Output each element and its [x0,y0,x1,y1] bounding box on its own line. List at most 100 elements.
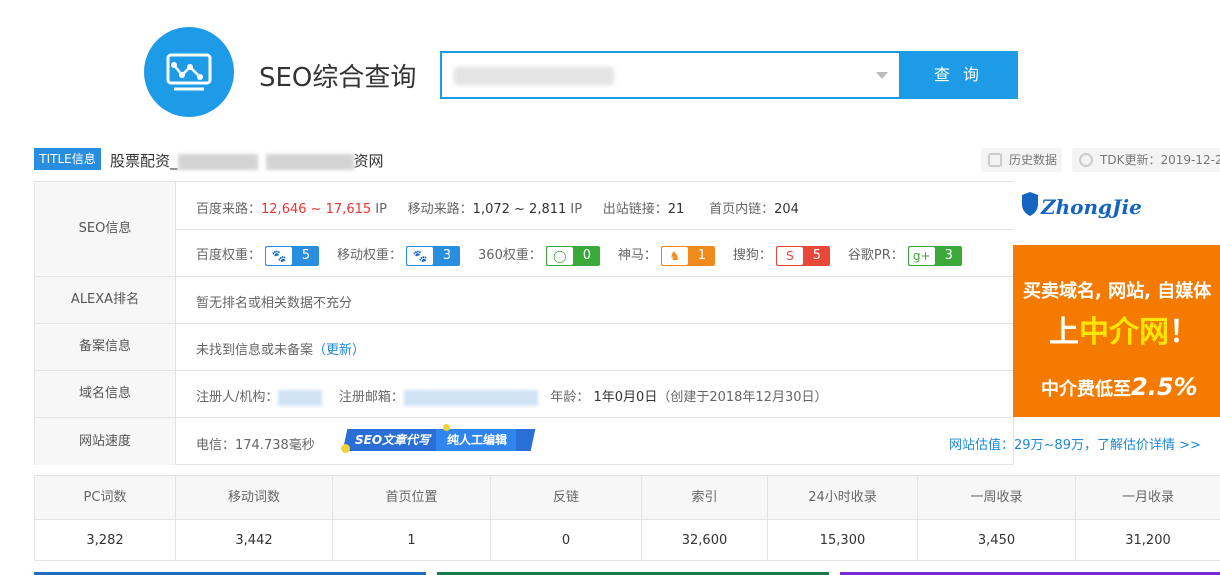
mobile-traffic-value: 1,072 ~ 2,811 [472,202,567,217]
ad-line2: 上中介网！ [1049,307,1199,351]
valuation-link[interactable]: 网站估值：29万~89万，了解估价详情 >> [949,434,1201,453]
paw-icon: 🐾 [266,246,293,265]
weight-label: 移动权重： [337,248,403,263]
mobile-traffic-unit: IP [570,202,583,217]
age-value: 1年0月0日 [593,390,658,405]
paw-icon: 🐾 [407,246,434,265]
baidu-traffic-value: 12,646 ~ 17,615 [261,202,372,217]
registrant-label: 注册人/机构： [196,390,279,405]
seo-info-label: SEO信息 [35,182,176,276]
masked-query [454,67,614,85]
baidu-traffic-label: 百度来路： [196,202,262,217]
ad-line2-c: ！ [1169,315,1199,350]
seo-logo-icon [144,27,234,117]
ad-line3: 中介费低至2.5% [1041,373,1198,401]
domain-row: 注册人/机构： 注册邮箱： 年龄： 1年0月0日（创建于2018年12月30日） [196,386,828,406]
stats-header: 首页位置 [333,476,491,519]
inlinks-value: 204 [774,202,799,217]
tdk-update-button[interactable]: TDK更新：2019-12-25 [1072,148,1220,172]
weight-value: 5 [301,247,311,263]
email-label: 注册邮箱： [338,390,404,405]
weight-value: 0 [582,247,591,263]
ad-brand: ZhongJie [1041,195,1142,219]
refresh-icon [1079,153,1093,167]
weight-badge[interactable]: 🐾 3 [406,245,461,266]
zhongjie-ad[interactable]: ZhongJie 买卖域名, 网站, 自媒体 上中介网！ 中介费低至2.5% [1013,181,1220,417]
dropdown-caret-icon[interactable] [876,72,888,79]
banner-text-a: SEO文章代写 [355,433,431,447]
weight-label: 搜狗： [732,248,772,263]
weight-value: 1 [697,247,707,263]
outlinks-value: 21 [667,202,685,217]
stats-header: 一月收录 [1076,476,1220,519]
seo-writing-banner[interactable]: SEO文章代写 纯人工编辑 [342,429,536,451]
weight-value: 3 [944,247,953,263]
masked-text [177,153,258,170]
weight-label: 百度权重： [196,248,262,263]
site-title-prefix: 股票配资_ [110,152,178,170]
banner-dot-icon [443,424,450,431]
masked-text [265,153,354,170]
ad-line2-a: 上 [1049,315,1079,350]
ad-logo-area: ZhongJie [1013,181,1220,245]
ad-line3-a: 中介费低至 [1041,379,1131,400]
seo-info-table: SEO信息 百度来路：12,646 ~ 17,615 IP 移动来路：1,072… [34,181,1015,465]
weight-value: 3 [442,247,452,263]
weight-label: 360权重： [478,248,542,263]
query-button[interactable]: 查 询 [899,51,1018,99]
stats-value: 15,300 [768,519,918,561]
ad-line2-b: 中介网 [1079,315,1169,350]
alexa-label: ALEXA排名 [35,277,176,323]
icp-label: 备案信息 [35,324,176,370]
banner-dot-icon [341,444,350,453]
shield-icon [1022,192,1038,216]
stats-header: 24小时收录 [768,476,918,519]
stats-value: 3,282 [35,519,176,561]
history-data-button[interactable]: 历史数据 [981,148,1062,172]
shenma-icon: ♞ [661,246,688,265]
page-title: SEO综合查询 [259,63,417,93]
site-title: 股票配资_ 资网 [110,150,384,171]
speed-value: 电信：174.738毫秒 [196,438,315,453]
history-label: 历史数据 [1009,153,1058,167]
icp-value: 未找到信息或未备案 [196,343,314,358]
inlinks-label: 首页内链： [709,202,775,217]
stats-value: 31,200 [1076,519,1220,561]
weights-row: 百度权重： 🐾 5 移动权重： 🐾 3 360权重： ◯ 0 神马： ♞ 1 搜狗： S 5 谷歌PR： g+ 3 [196,244,980,266]
age-label: 年龄： [550,390,590,405]
masked-email [403,389,538,406]
stats-value: 0 [491,519,642,561]
masked-registrant [278,389,323,406]
stack-icon [988,153,1002,167]
weight-label: 神马： [617,248,657,263]
ad-line1: 买卖域名, 网站, 自媒体 [1023,281,1212,302]
speed-label: 网站速度 [35,418,176,465]
weight-badge[interactable]: S5 [775,245,830,266]
stats-value: 3,450 [918,519,1076,561]
weight-badge[interactable]: ♞ 1 [660,245,715,266]
search-input[interactable] [440,51,900,99]
weight-badge[interactable]: g+ 3 [907,245,962,266]
stats-value: 3,442 [176,519,333,561]
weight-badge[interactable]: 🐾 5 [265,245,320,266]
weight-badge[interactable]: ◯ 0 [545,245,600,266]
site-title-suffix: 资网 [353,152,384,170]
domain-label: 域名信息 [35,371,176,417]
weight-value: 5 [812,247,822,263]
icp-row: 未找到信息或未备案（更新） [196,339,365,358]
baidu-traffic-unit: IP [375,202,387,217]
sogou-icon: S [776,246,803,265]
google-plus-icon: g+ [908,246,935,265]
weight-label: 谷歌PR： [847,248,904,263]
icp-update-link[interactable]: （更新） [313,343,365,358]
tdk-label: TDK更新：2019-12-25 [1100,153,1220,167]
stats-value: 1 [333,519,491,561]
banner-text-b: 纯人工编辑 [444,433,508,447]
outlinks-label: 出站链接： [602,202,668,217]
traffic-row: 百度来路：12,646 ~ 17,615 IP 移动来路：1,072 ~ 2,8… [196,198,799,217]
title-badge: TITLE信息 [34,148,101,170]
stats-header: 反链 [491,476,642,519]
stats-value: 32,600 [642,519,768,561]
stats-header: PC词数 [35,476,176,519]
ad-line3-b: 2.5% [1131,373,1198,401]
